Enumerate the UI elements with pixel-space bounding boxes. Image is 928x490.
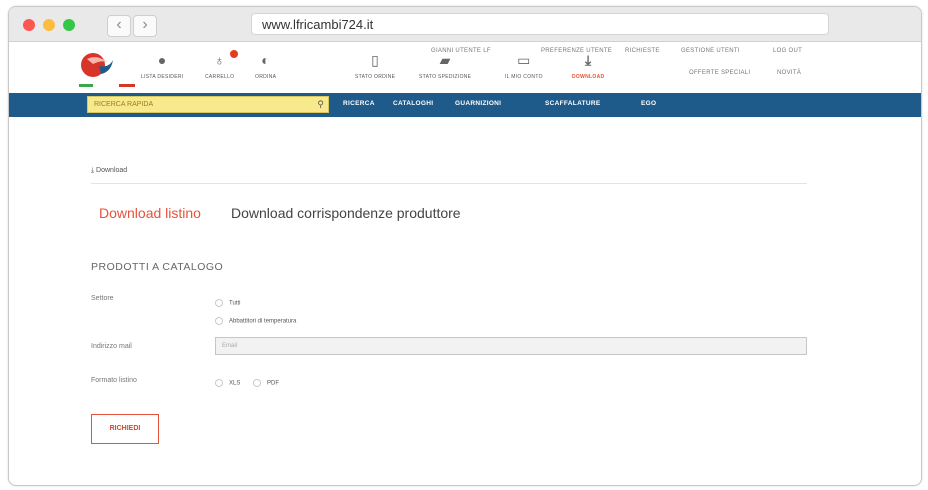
menu-item-ricerca[interactable]: RICERCA: [343, 100, 375, 107]
truck-icon: ▰: [439, 52, 451, 68]
cart-icon: ♁: [205, 50, 239, 68]
tab-download-corrispondenze[interactable]: Download corrispondenze produttore: [231, 205, 461, 221]
account-label: IL MIO CONTO: [505, 74, 543, 80]
site-header: ● LISTA DESIDERI ♁ CARRELLO ◐ ORDINA ▯ S…: [9, 42, 921, 94]
forward-button[interactable]: ›: [133, 15, 157, 37]
menu-item-guarnizioni[interactable]: GUARNIZIONI: [455, 100, 501, 107]
search-icon[interactable]: ⚲: [317, 97, 324, 112]
format-label: Formato listino: [91, 377, 137, 384]
format-option-xls[interactable]: XLS: [215, 379, 240, 387]
prefs-link[interactable]: PREFERENZE UTENTE: [541, 48, 612, 54]
menu-item-cataloghi[interactable]: CATALOGHI: [393, 100, 433, 107]
cart-link[interactable]: ♁ CARRELLO: [205, 50, 239, 80]
radio-icon[interactable]: [253, 379, 261, 387]
email-input[interactable]: Email: [215, 337, 807, 355]
logout-link[interactable]: LOG OUT: [773, 48, 802, 54]
breadcrumb: ⤓ Download: [91, 167, 127, 175]
format-option-pdf[interactable]: PDF: [253, 379, 279, 387]
address-bar[interactable]: www.lfricambi724.it: [251, 13, 829, 35]
quick-search-input[interactable]: RICERCA RAPIDA ⚲: [87, 96, 329, 113]
order-status-label: STATO ORDINE: [355, 74, 396, 80]
site-logo[interactable]: [79, 50, 115, 80]
download-icon: ⤓: [584, 52, 592, 68]
manage-users-link[interactable]: GESTIONE UTENTI: [681, 48, 740, 54]
minimize-window-button[interactable]: [43, 19, 55, 31]
maximize-window-button[interactable]: [63, 19, 75, 31]
account-link[interactable]: ▭ IL MIO CONTO: [505, 52, 543, 80]
download-label: DOWNLOAD: [572, 74, 605, 80]
radio-icon[interactable]: [215, 317, 223, 325]
order-label: ORDINA: [255, 74, 277, 80]
main-menu: RICERCA RAPIDA ⚲ RICERCA CATALOGHI GUARN…: [9, 93, 921, 117]
breadcrumb-label[interactable]: Download: [96, 167, 127, 174]
shipping-status-link[interactable]: ▰ STATO SPEDIZIONE: [419, 52, 471, 80]
cart-badge: [230, 50, 239, 58]
calendar-icon: ▭: [517, 52, 531, 68]
sector-option-all[interactable]: Tutti: [215, 299, 240, 307]
order-status-icon: ▯: [371, 52, 380, 68]
sector-option-chillers[interactable]: Abbattitori di temperatura: [215, 317, 296, 325]
wishlist-link[interactable]: ● LISTA DESIDERI: [141, 52, 183, 80]
format-option-xls-label: XLS: [229, 380, 241, 387]
sector-option-chillers-label: Abbattitori di temperatura: [229, 318, 297, 325]
sector-option-all-label: Tutti: [229, 300, 241, 307]
email-placeholder: Email: [222, 343, 238, 349]
format-option-pdf-label: PDF: [267, 380, 279, 387]
tab-download-listino[interactable]: Download listino: [99, 205, 201, 221]
browser-titlebar: ‹ › www.lfricambi724.it: [9, 7, 921, 42]
radio-icon[interactable]: [215, 379, 223, 387]
close-window-button[interactable]: [23, 19, 35, 31]
news-link[interactable]: NOVITÀ: [777, 70, 801, 76]
special-offers-link[interactable]: OFFERTE SPECIALI: [689, 70, 750, 76]
menu-item-scaffalature[interactable]: SCAFFALATURE: [545, 100, 600, 107]
menu-item-ego[interactable]: EGO: [641, 100, 656, 107]
download-link[interactable]: ⤓ DOWNLOAD: [572, 52, 604, 80]
heart-icon: ●: [157, 52, 167, 68]
quick-search-placeholder: RICERCA RAPIDA: [94, 101, 154, 108]
section-title: PRODOTTI A CATALOGO: [91, 261, 224, 273]
request-button[interactable]: RICHIEDI: [91, 414, 159, 444]
back-button[interactable]: ‹: [107, 15, 131, 37]
order-link[interactable]: ◐ ORDINA: [255, 52, 276, 80]
cart-label: CARRELLO: [205, 74, 235, 80]
flag-stripe: [79, 84, 135, 87]
wishlist-label: LISTA DESIDERI: [141, 74, 184, 80]
breadcrumb-divider: [91, 183, 807, 184]
shipping-status-label: STATO SPEDIZIONE: [419, 74, 472, 80]
sector-label: Settore: [91, 295, 114, 302]
order-status-link[interactable]: ▯ STATO ORDINE: [355, 52, 395, 80]
radio-icon[interactable]: [215, 299, 223, 307]
email-label: Indirizzo mail: [91, 343, 132, 350]
order-icon: ◐: [261, 52, 270, 68]
browser-window: ‹ › www.lfricambi724.it ● LISTA DESIDERI…: [8, 6, 922, 486]
users-link[interactable]: GIANNI UTENTE LF: [431, 48, 491, 54]
requests-link[interactable]: RICHIESTE: [625, 48, 660, 54]
